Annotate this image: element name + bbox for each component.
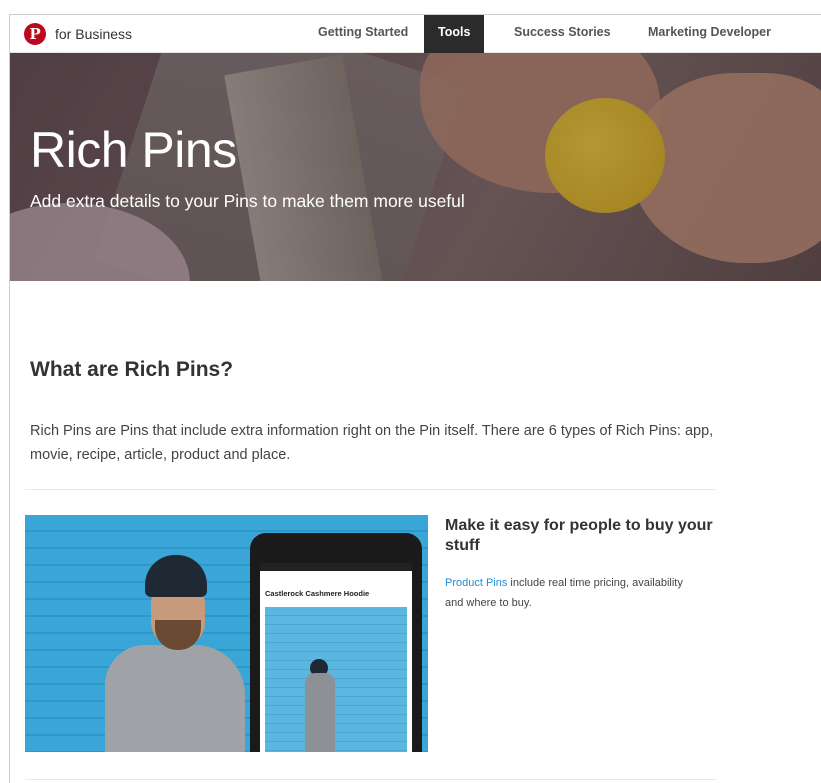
phone-screen: Castlerock Cashmere Hoodie (260, 563, 412, 752)
divider (25, 489, 715, 490)
hero-banner: Rich Pins Add extra details to your Pins… (10, 53, 821, 281)
top-nav: P for Business Getting Started Tools Suc… (10, 15, 821, 73)
brand-label: for Business (55, 26, 133, 42)
product-pins-image: Castlerock Cashmere Hoodie (25, 515, 428, 752)
hero-subtitle: Add extra details to your Pins to make t… (30, 191, 465, 211)
brand[interactable]: P for Business (24, 23, 132, 45)
phone-mockup: Castlerock Cashmere Hoodie (250, 533, 422, 752)
man-photo (105, 555, 255, 752)
phone-pin-title: Castlerock Cashmere Hoodie (265, 589, 370, 598)
divider (25, 779, 715, 780)
section-title: What are Rich Pins? (30, 358, 234, 381)
phone-pin-image (265, 607, 407, 752)
nav-success-stories[interactable]: Success Stories (500, 15, 625, 53)
browser-frame: P for Business Getting Started Tools Suc… (9, 14, 821, 783)
hero-title: Rich Pins (30, 122, 237, 178)
pinterest-logo-icon: P (24, 23, 46, 45)
nav-marketing-developer-partners[interactable]: Marketing Developer Partners (634, 15, 821, 73)
feature-title: Make it easy for people to buy your stuf… (445, 517, 713, 554)
nav-getting-started[interactable]: Getting Started (304, 15, 422, 53)
product-pins-link[interactable]: Product Pins (445, 577, 507, 589)
section-intro: Rich Pins are Pins that include extra in… (30, 423, 714, 463)
nav-tools[interactable]: Tools (424, 15, 485, 53)
feature-text: Product Pins include real time pricing, … (445, 573, 695, 613)
